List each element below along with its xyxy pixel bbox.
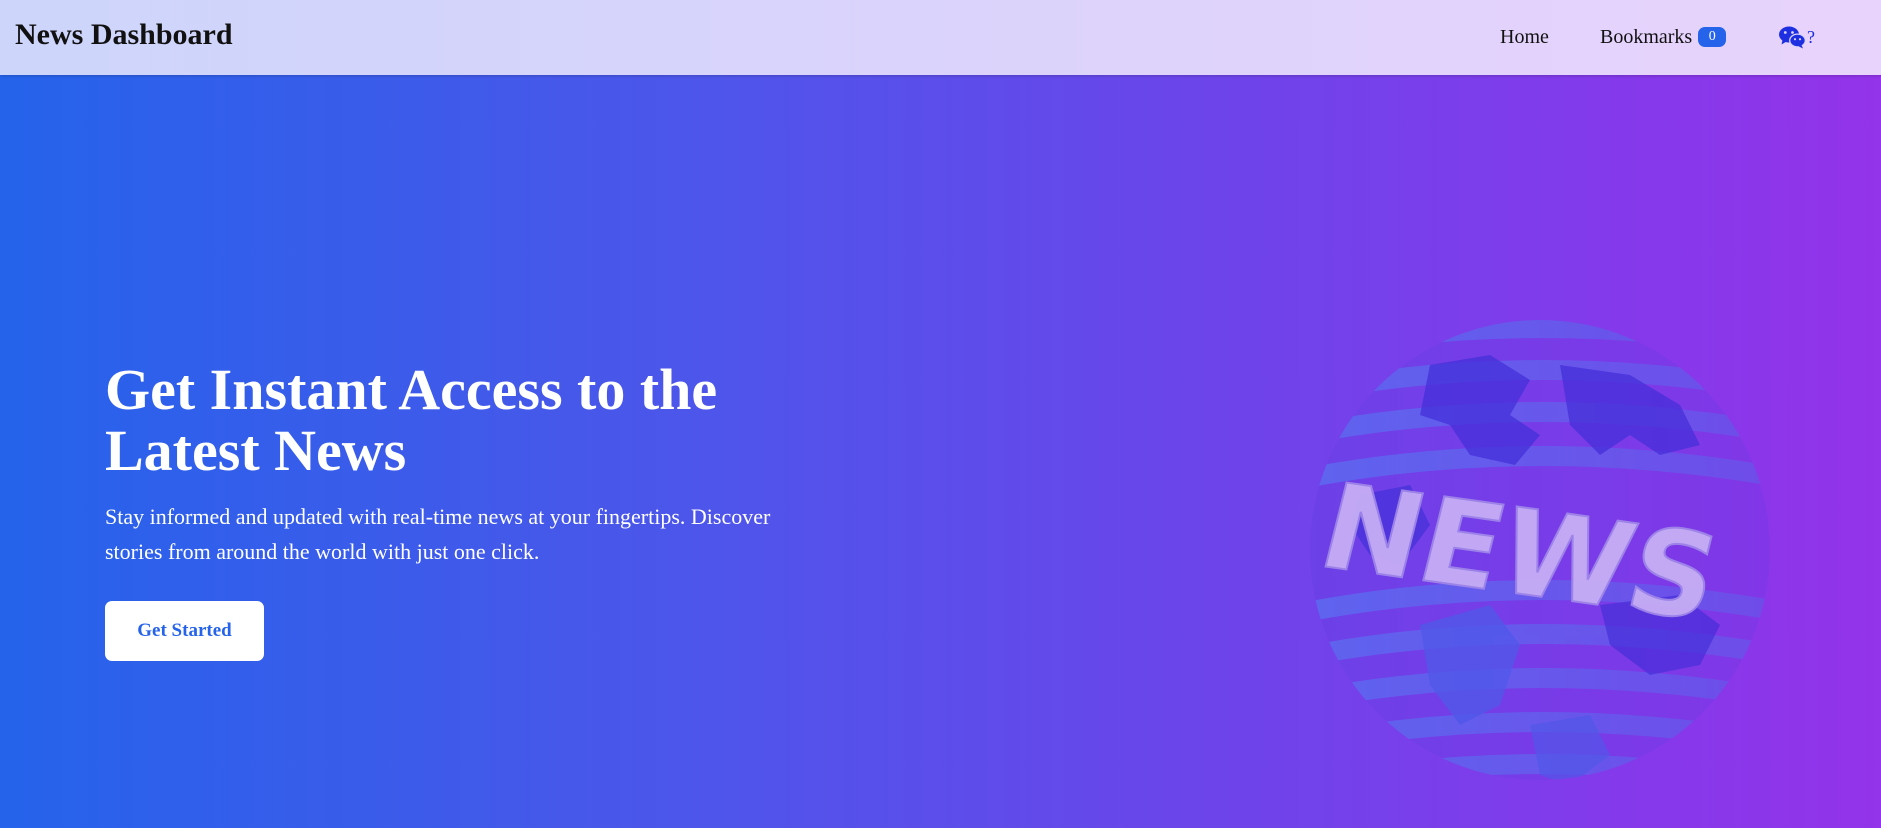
- wechat-unknown-glyph: ?: [1807, 27, 1815, 47]
- brand-title[interactable]: News Dashboard: [15, 15, 233, 55]
- wechat-button[interactable]: ?: [1778, 24, 1815, 50]
- wechat-icon: [1779, 26, 1806, 49]
- hero-subtitle: Stay informed and updated with real-time…: [105, 504, 771, 564]
- news-globe-icon: NEWS: [1307, 320, 1770, 780]
- nav-link-bookmarks[interactable]: Bookmarks 0: [1600, 22, 1727, 52]
- nav-bookmarks-label: Bookmarks: [1600, 26, 1693, 48]
- hero-title: Get Instant Access to the Latest News: [105, 357, 718, 483]
- get-started-button[interactable]: Get Started: [105, 601, 264, 661]
- bookmarks-count-badge: 0: [1698, 27, 1727, 48]
- hero-section: Get Instant Access to the Latest News St…: [0, 75, 1881, 828]
- top-navbar: News Dashboard Home Bookmarks 0 ?: [0, 0, 1881, 75]
- nav-link-home[interactable]: Home: [1500, 22, 1549, 52]
